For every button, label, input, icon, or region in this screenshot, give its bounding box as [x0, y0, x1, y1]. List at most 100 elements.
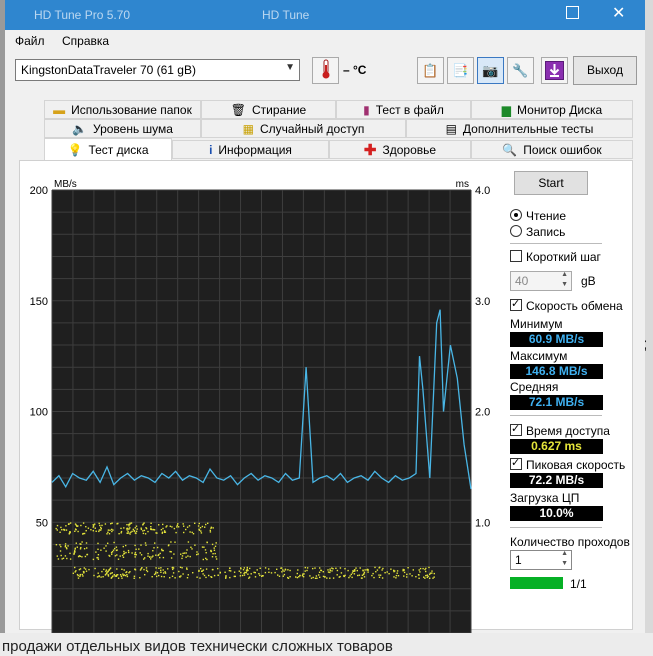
access-time-point [367, 571, 369, 573]
access-time-point [93, 525, 95, 527]
start-button[interactable]: Start [514, 171, 588, 195]
tab-disk-monitor[interactable]: ▆ Монитор Диска [471, 100, 633, 119]
access-time-point [229, 576, 231, 579]
transfer-rate-checkbox[interactable]: Скорость обмена [510, 297, 623, 313]
access-time-point [322, 575, 325, 578]
access-time-point [186, 577, 189, 579]
access-time-point [329, 571, 331, 574]
access-time-point [327, 569, 329, 571]
spin-down-icon[interactable]: ▼ [561, 560, 568, 567]
access-time-point [126, 524, 128, 526]
menu-help[interactable]: Справка [62, 34, 109, 48]
tab-info[interactable]: i Информация [172, 140, 329, 159]
access-time-point [403, 569, 405, 571]
access-time-point [157, 554, 159, 557]
tab-benchmark[interactable]: 💡 Тест диска [44, 138, 172, 160]
spin-down-icon[interactable]: ▼ [561, 281, 568, 288]
tab-file-benchmark[interactable]: ▮ Тест в файл [336, 100, 471, 119]
access-time-point [268, 571, 270, 573]
tab-label: Монитор Диска [517, 102, 603, 117]
passes-value: 1 [515, 553, 522, 567]
access-time-point [426, 574, 428, 576]
access-time-point [403, 571, 406, 574]
access-time-point [76, 573, 79, 576]
drive-select[interactable]: KingstonDataTraveler 70 (61 gB) ▼ [15, 59, 300, 81]
access-time-point [282, 575, 284, 577]
access-time-point [215, 556, 217, 558]
access-time-point [254, 571, 256, 574]
access-time-point [329, 577, 331, 579]
tab-error-scan[interactable]: 🔍 Поиск ошибок [471, 140, 633, 159]
tab-extra-tests[interactable]: ▤ Дополнительные тесты [406, 119, 633, 138]
write-radio[interactable]: Запись [510, 225, 565, 239]
short-step-checkbox[interactable]: Короткий шаг [510, 250, 601, 264]
access-time-point [382, 567, 384, 570]
access-time-point [316, 577, 318, 579]
access-time-point [322, 571, 324, 573]
access-time-point [82, 522, 85, 524]
tab-erase[interactable]: 🗑 Стирание [201, 100, 336, 119]
access-time-point [113, 541, 115, 544]
access-time-point [213, 549, 216, 551]
access-time-point [351, 576, 353, 579]
spin-up-icon[interactable]: ▲ [561, 271, 568, 278]
access-time-point [162, 569, 164, 571]
close-icon[interactable]: ✕ [612, 3, 625, 23]
access-time-point [84, 568, 87, 570]
access-time-point [258, 573, 260, 575]
checkbox-box [510, 456, 522, 470]
tab-folder-usage[interactable]: ▬ Использование папок [44, 100, 201, 119]
progress-bar [510, 577, 563, 589]
access-time-point [153, 547, 155, 549]
access-time-point [185, 556, 187, 558]
access-time-point [95, 551, 97, 553]
spin-up-icon[interactable]: ▲ [561, 550, 568, 557]
tab-health[interactable]: ✚ Здоровье [329, 140, 471, 159]
access-time-point [126, 532, 129, 534]
screenshot-button[interactable]: 📷 [477, 57, 504, 84]
options-button[interactable]: 🔧 [507, 57, 534, 84]
exit-button[interactable]: Выход [573, 56, 637, 85]
access-time-point [104, 523, 107, 525]
tab-noise-level[interactable]: 🔈 Уровень шума [44, 119, 201, 138]
access-time-point [94, 567, 96, 570]
access-time-point [354, 569, 356, 571]
access-time-point [129, 533, 131, 535]
access-time-point [59, 550, 62, 552]
burst-rate-checkbox[interactable]: Пиковая скорость [510, 456, 626, 472]
access-time-point [181, 567, 183, 569]
save-button[interactable] [541, 57, 568, 84]
tab-label: Случайный доступ [259, 121, 365, 136]
step-size-spinner[interactable]: 40 ▲ ▼ [510, 271, 572, 291]
access-time-point [335, 567, 337, 569]
access-time-point [105, 570, 107, 573]
access-time-point [123, 569, 125, 571]
access-time-point [274, 571, 276, 574]
access-time-point [219, 571, 221, 574]
access-time-point [281, 571, 283, 573]
tab-label: Здоровье [382, 142, 437, 157]
chart-grid [51, 189, 472, 633]
access-time-point [143, 558, 145, 560]
access-time-point [164, 531, 167, 533]
menu-file[interactable]: Файл [15, 34, 45, 48]
access-time-point [248, 576, 251, 578]
access-time-point [112, 549, 115, 551]
access-time-point [364, 569, 366, 571]
read-radio[interactable]: Чтение [510, 209, 566, 223]
access-time-point [127, 530, 129, 533]
access-time-point [160, 529, 163, 531]
burst-rate-label: Пиковая скорость [526, 458, 626, 472]
maximize-button[interactable] [566, 6, 579, 19]
passes-spinner[interactable]: 1 ▲ ▼ [510, 550, 572, 570]
copy-info-button[interactable]: 📋 [417, 57, 444, 84]
access-time-point [354, 570, 356, 572]
copy-all-button[interactable]: 📑 [447, 57, 474, 84]
access-time-checkbox[interactable]: Время доступа [510, 422, 610, 438]
access-time-point [185, 528, 187, 531]
access-time-point [98, 522, 100, 525]
access-time-point [362, 569, 364, 571]
access-time-point [126, 527, 128, 530]
temperature-button[interactable] [312, 57, 339, 84]
tab-random-access[interactable]: ▦ Случайный доступ [201, 119, 406, 138]
